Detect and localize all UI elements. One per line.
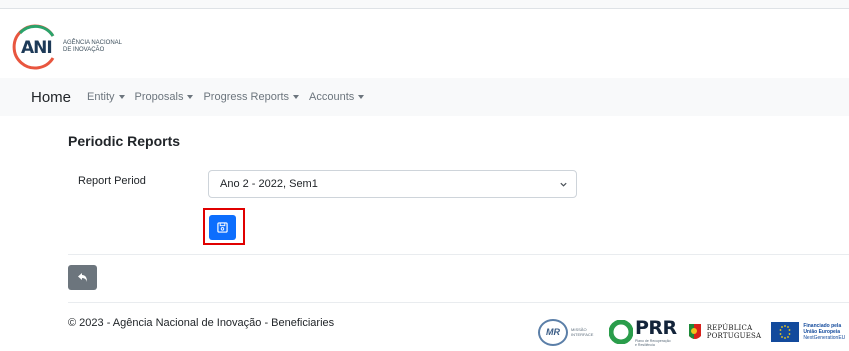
page-title: Periodic Reports (68, 133, 181, 149)
nav-accounts-dropdown[interactable]: Accounts (309, 91, 365, 103)
caret-down-icon (293, 95, 300, 99)
prr-logo: PRR Plano de Recuperação e Resiliência (609, 317, 677, 347)
footer-copyright: © 2023 - Agência Nacional de Inovação - … (68, 317, 335, 329)
eu-funding-logo: Financiado pela União Europeia NextGener… (771, 322, 845, 342)
save-button[interactable] (209, 215, 236, 240)
back-arrow-icon (77, 273, 87, 282)
report-period-select[interactable]: Ano 2 - 2022, Sem1 (208, 170, 577, 198)
portugal-flag-icon (688, 324, 701, 339)
main-navbar: Home Entity Proposals Progress Reports A… (0, 78, 849, 116)
nav-entity-dropdown[interactable]: Entity (87, 91, 125, 103)
footer-divider (68, 302, 849, 303)
nav-progress-reports-dropdown[interactable]: Progress Reports (203, 91, 300, 103)
ani-logo-text: ANI (21, 38, 53, 58)
eu-flag-icon (771, 322, 800, 342)
caret-down-icon (187, 95, 194, 99)
prr-mark-icon (609, 320, 633, 344)
missao-interface-logo: MR MISSÃO INTERFACE (538, 318, 597, 346)
republica-portuguesa-logo: REPÚBLICA PORTUGUESA (687, 322, 762, 342)
save-icon (217, 222, 228, 233)
nav-proposals-dropdown[interactable]: Proposals (135, 91, 194, 103)
report-period-value: Ano 2 - 2022, Sem1 (220, 178, 318, 190)
section-divider (68, 254, 849, 255)
report-period-label: Report Period (78, 175, 146, 187)
chevron-down-icon (560, 182, 567, 187)
back-button[interactable] (68, 265, 97, 290)
caret-down-icon (118, 95, 125, 99)
caret-down-icon (358, 95, 365, 99)
funding-logos: MR MISSÃO INTERFACE PRR Plano de Recuper… (538, 317, 845, 347)
ani-logo-mark: ANI (8, 24, 58, 70)
ani-logo[interactable]: ANI AGÊNCIA NACIONAL DE INOVAÇÃO (8, 24, 122, 70)
nav-home-link[interactable]: Home (31, 89, 71, 106)
ani-org-name: AGÊNCIA NACIONAL DE INOVAÇÃO (63, 40, 123, 53)
top-border (0, 0, 849, 9)
